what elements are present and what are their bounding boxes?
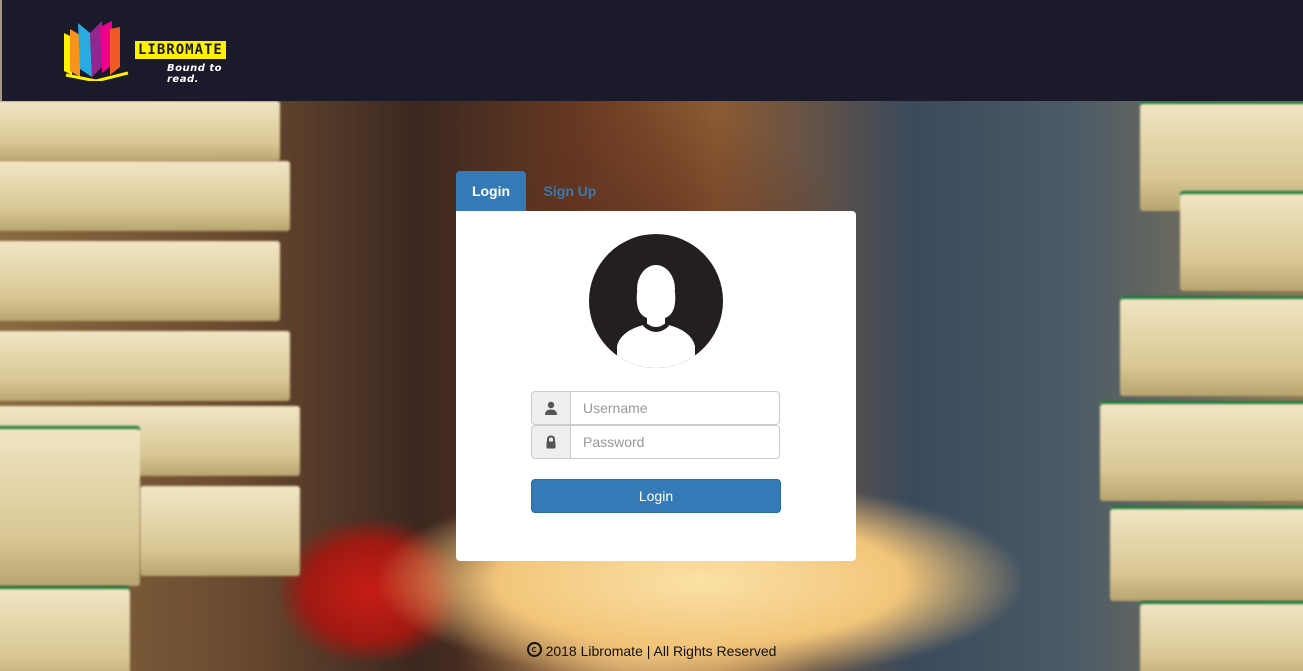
background-book	[0, 161, 290, 231]
book-logo-icon	[64, 21, 129, 81]
tab-login[interactable]: Login	[456, 171, 526, 211]
background-book	[0, 241, 280, 321]
background-book	[1100, 401, 1303, 501]
background-book	[1110, 506, 1303, 601]
background-book	[0, 101, 280, 161]
footer-text: 2018 Libromate | All Rights Reserved	[545, 643, 777, 659]
copyright-icon	[526, 642, 542, 657]
password-input[interactable]	[570, 425, 780, 459]
username-input-group	[531, 391, 781, 425]
background-book	[140, 486, 300, 576]
user-silhouette-icon	[589, 234, 723, 368]
brand-logo[interactable]: LIBROMATE Bound to read.	[62, 19, 252, 85]
password-input-group	[531, 425, 781, 459]
background-book	[0, 426, 140, 586]
background-book	[0, 331, 290, 401]
footer: 2018 Libromate | All Rights Reserved	[0, 641, 1303, 661]
background-book	[1180, 191, 1303, 291]
lock-icon	[531, 425, 571, 459]
top-navbar: LIBROMATE Bound to read.	[0, 0, 1303, 101]
tab-sign-up[interactable]: Sign Up	[542, 171, 598, 211]
user-icon	[531, 391, 571, 425]
login-button[interactable]: Login	[531, 479, 781, 513]
background-book	[1120, 296, 1303, 396]
login-card: Login	[456, 211, 856, 561]
brand-name: LIBROMATE	[135, 41, 226, 59]
username-input[interactable]	[570, 391, 780, 425]
brand-tagline: Bound to read.	[167, 63, 223, 85]
